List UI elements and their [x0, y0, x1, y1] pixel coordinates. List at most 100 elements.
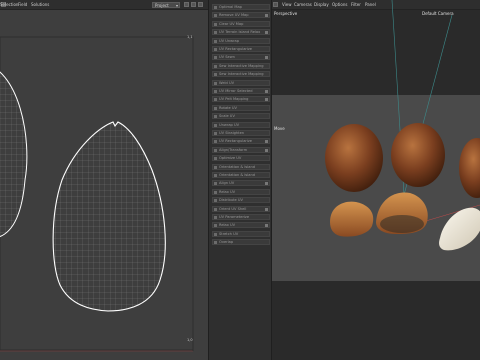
uv-command-button[interactable]: Orient UV Shell	[212, 205, 270, 212]
menu-solutions[interactable]: Solutions	[31, 2, 49, 7]
uv-command-button[interactable]: UV Mirror Selected	[212, 88, 270, 94]
command-icon	[214, 182, 217, 186]
options-box-icon[interactable]	[265, 148, 268, 152]
move-tool-label: Move	[274, 126, 285, 131]
uv-command-button[interactable]: Weld UV	[212, 79, 270, 86]
uv-command-button[interactable]: Align UV	[212, 180, 270, 187]
uv-command-button[interactable]: Optimal Map	[212, 4, 270, 10]
command-icon	[214, 224, 217, 228]
uv-corner-label-bottom: 1,0	[187, 338, 193, 342]
uv-command-button[interactable]: Distribute UV	[212, 197, 270, 204]
uv-command-button[interactable]: UV Pelt Mapping	[212, 96, 270, 103]
uv-island-left[interactable]	[0, 62, 28, 238]
options-box-icon[interactable]	[265, 98, 268, 102]
uv-command-button[interactable]: UV Terrain Island Relax	[212, 29, 270, 36]
command-label: UV Terrain Island Relax	[219, 30, 261, 35]
uv-command-button[interactable]: UV Rectangularize	[212, 138, 270, 145]
command-icon	[214, 14, 217, 18]
command-icon	[214, 90, 217, 93]
almond-whole-3[interactable]	[459, 138, 480, 198]
options-box-icon[interactable]	[265, 207, 268, 211]
command-icon	[214, 132, 217, 135]
uv-command-button[interactable]: Sew Interactive Mapping	[212, 62, 270, 69]
viewport-svg	[325, 0, 480, 251]
command-label: Stretch UV	[219, 231, 239, 236]
options-box-icon[interactable]	[265, 56, 268, 60]
command-label: Sew Interactive Mapping	[219, 72, 264, 77]
maximize-icon[interactable]	[198, 2, 203, 7]
command-icon	[214, 6, 217, 9]
command-label: Distribute UV	[219, 198, 243, 203]
project-dropdown[interactable]: Project ▾	[152, 2, 180, 8]
uv-command-button[interactable]: UV Sewn	[212, 54, 270, 61]
command-label: Unwrap UV	[219, 122, 240, 127]
command-label: Align/Transform	[219, 147, 248, 152]
options-box-icon[interactable]	[265, 31, 268, 35]
command-icon	[214, 199, 217, 203]
command-icon	[214, 148, 217, 152]
uv-command-button[interactable]: Clear UV Map	[212, 20, 270, 27]
almond-kernel[interactable]	[439, 207, 480, 251]
command-icon	[214, 174, 217, 177]
uv-command-button[interactable]: Relax UV	[212, 222, 270, 229]
command-icon	[214, 232, 217, 236]
command-label: Relax UV	[219, 223, 236, 228]
options-box-icon[interactable]	[265, 90, 268, 93]
uv-command-button[interactable]: Unwrap UV	[212, 121, 270, 128]
command-icon	[214, 22, 217, 26]
command-label: UV Straighten	[219, 131, 245, 135]
project-dropdown-label: Project	[155, 3, 169, 8]
command-icon	[214, 56, 217, 60]
uv-command-button[interactable]: Orientation & Island	[212, 172, 270, 178]
command-label: UV Pelt Mapping	[219, 97, 249, 102]
options-box-icon[interactable]	[265, 140, 268, 144]
uv-command-button[interactable]: Remove UV Map	[212, 12, 270, 19]
uv-command-button[interactable]: Orientation & Island	[212, 163, 270, 170]
frame-icon[interactable]	[184, 2, 189, 7]
uv-command-button[interactable]: Overlap	[212, 239, 270, 246]
command-label: UV Parameterize	[219, 215, 250, 219]
uv-command-button[interactable]: UV Straighten	[212, 130, 270, 136]
command-label: Remove UV Map	[219, 13, 249, 18]
options-box-icon[interactable]	[265, 14, 268, 18]
almond-whole-1[interactable]	[325, 124, 383, 192]
uv-command-button[interactable]: Sew Interactive Mapping	[212, 71, 270, 78]
command-label: UV Rectangularize	[219, 139, 252, 144]
menu-field[interactable]: Field	[18, 2, 27, 7]
almond-half-cut-face	[380, 215, 424, 233]
uv-command-button[interactable]: UV Rectangularize	[212, 46, 270, 52]
chevron-down-icon: ▾	[175, 3, 178, 8]
command-icon	[214, 157, 217, 161]
command-icon	[214, 115, 217, 119]
command-label: Orient UV Shell	[219, 206, 247, 211]
uv-canvas[interactable]: 1,1 1,0	[0, 10, 208, 360]
viewport-panel[interactable]: View Cameras Display Options Filter Pane…	[272, 0, 480, 360]
uv-command-button[interactable]: Scale UV	[212, 113, 270, 120]
options-box-icon[interactable]	[265, 224, 268, 228]
uv-island-right[interactable]	[52, 121, 166, 312]
uv-corner-label-top: 1,1	[187, 35, 193, 39]
command-label: UV Unwrap	[219, 38, 240, 43]
uv-command-button[interactable]: Rotate UV	[212, 104, 270, 111]
uv-command-button[interactable]: Stretch UV	[212, 230, 270, 237]
command-label: Relax UV	[219, 189, 236, 194]
command-icon	[214, 165, 217, 169]
command-label: UV Rectangularize	[219, 47, 252, 51]
menu-selection[interactable]: Selection	[0, 2, 18, 7]
command-icon	[214, 48, 217, 51]
command-label: UV Mirror Selected	[219, 89, 253, 93]
uv-command-button[interactable]: UV Parameterize	[212, 214, 270, 220]
uv-command-button[interactable]: Relax UV	[212, 188, 270, 195]
command-icon	[214, 106, 217, 110]
uv-command-button[interactable]: Align/Transform	[212, 146, 270, 153]
options-box-icon[interactable]	[265, 182, 268, 186]
uv-command-button[interactable]: Optimize UV	[212, 155, 270, 162]
uv-command-button[interactable]: UV Unwrap	[212, 37, 270, 44]
command-icon	[214, 31, 217, 35]
command-label: Weld UV	[219, 80, 235, 85]
command-icon	[214, 207, 217, 211]
command-label: UV Sewn	[219, 55, 235, 60]
almond-whole-2[interactable]	[391, 123, 445, 187]
almond-half-1[interactable]	[330, 201, 374, 237]
settings-icon[interactable]	[191, 2, 196, 7]
